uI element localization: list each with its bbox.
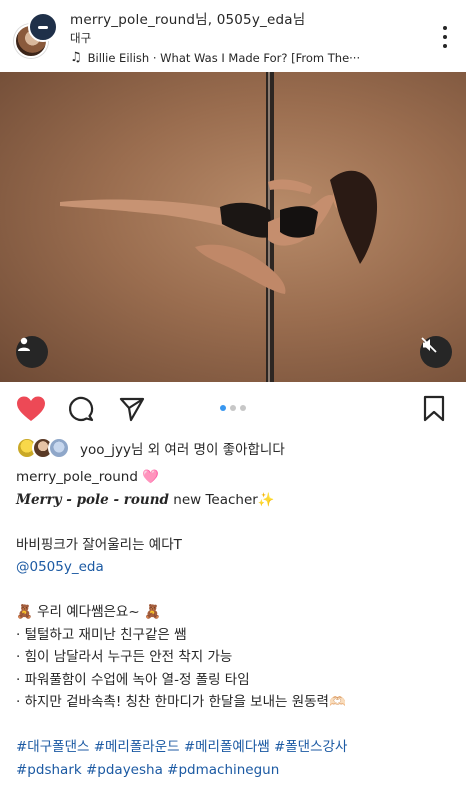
caption-mention[interactable]: @0505y_eda <box>16 556 456 579</box>
more-options-icon[interactable] <box>442 26 448 48</box>
person-icon <box>18 337 30 351</box>
music-note-icon: ♫ <box>70 50 82 65</box>
caption-intro: 우리 예다쌤은요~ <box>37 604 140 620</box>
carousel-indicator <box>220 405 246 411</box>
mute-button[interactable] <box>420 336 452 368</box>
liker-avatar <box>48 437 70 459</box>
caption-username[interactable]: merry_pole_round <box>16 469 138 485</box>
caption-bullet: · 파워풀함이 수업에 녹아 열-정 폴링 타임 <box>16 671 250 688</box>
sparkles-emoji: ✨ <box>257 491 275 508</box>
caption-brand-suffix: new Teacher <box>173 491 258 508</box>
speaker-muted-icon <box>421 337 437 353</box>
post-caption: merry_pole_round 🩷 Merry - pole - round … <box>16 466 456 781</box>
pole-dancer-illustration <box>60 72 378 382</box>
teddy-bear-emoji: 🧸 <box>16 604 33 620</box>
caption-username-line: merry_pole_round 🩷 <box>16 466 456 489</box>
author-names[interactable]: merry_pole_round님, 0505y_eda님 <box>70 8 305 28</box>
heart-hands-emoji: 🫶🏻 <box>328 694 346 710</box>
heart-icon <box>17 396 45 421</box>
bookmark-icon <box>423 395 445 422</box>
carousel-dot <box>230 405 236 411</box>
music-track-label: Billie Eilish · What Was I Made For? [Fr… <box>87 50 361 65</box>
like-button[interactable] <box>16 394 46 424</box>
caption-brand-line: Merry - pole - round new Teacher✨ <box>16 489 456 512</box>
likes-row[interactable]: yoo_jyy님 외 여러 명이 좋아합니다 <box>16 436 285 460</box>
post-header: merry_pole_round님, 0505y_eda님 대구 ♫ Billi… <box>0 0 466 72</box>
comment-icon <box>69 396 94 422</box>
post-actions <box>0 392 466 426</box>
music-track[interactable]: ♫ Billie Eilish · What Was I Made For? [… <box>70 50 430 65</box>
caption-bullet-last: · 하지만 겉바속촉! 칭찬 한마디가 한달을 보내는 원동력🫶🏻 <box>16 691 456 714</box>
collab-avatar[interactable] <box>28 12 58 42</box>
caption-hashtags[interactable]: #대구폴댄스 #메리폴라운드 #메리폴예다쌤 #폴댄스강사 <box>16 736 456 759</box>
location-label[interactable]: 대구 <box>70 30 91 46</box>
tagged-users-button[interactable] <box>16 336 48 368</box>
carousel-dot <box>240 405 246 411</box>
caption-bullet: · 털털하고 재미난 친구같은 쌤 <box>16 626 187 643</box>
caption-line-1: 바비핑크가 잘어울리는 예다T <box>16 536 182 553</box>
likes-text: yoo_jyy님 외 여러 명이 좋아합니다 <box>80 442 285 458</box>
pink-heart-emoji: 🩷 <box>142 469 159 485</box>
liker-avatars <box>16 437 74 459</box>
caption-brand: Merry - pole - round <box>16 491 169 508</box>
post-image[interactable] <box>0 72 466 382</box>
caption-bullet: · 하지만 겉바속촉! 칭찬 한마디가 한달을 보내는 원동력 <box>16 694 329 710</box>
share-button[interactable] <box>117 394 147 424</box>
save-button[interactable] <box>419 394 449 424</box>
carousel-dot-active <box>220 405 226 411</box>
comment-button[interactable] <box>66 394 96 424</box>
send-icon <box>119 397 145 422</box>
collab-avatar-mark <box>38 25 48 29</box>
caption-bullet: · 힘이 남달라서 누구든 안전 착지 가능 <box>16 649 233 665</box>
teddy-bear-emoji: 🧸 <box>143 604 161 620</box>
caption-intro-line: 🧸 우리 예다쌤은요~ 🧸 <box>16 601 456 624</box>
caption-hashtags[interactable]: #pdshark #pdayesha #pdmachinegun <box>16 759 456 782</box>
